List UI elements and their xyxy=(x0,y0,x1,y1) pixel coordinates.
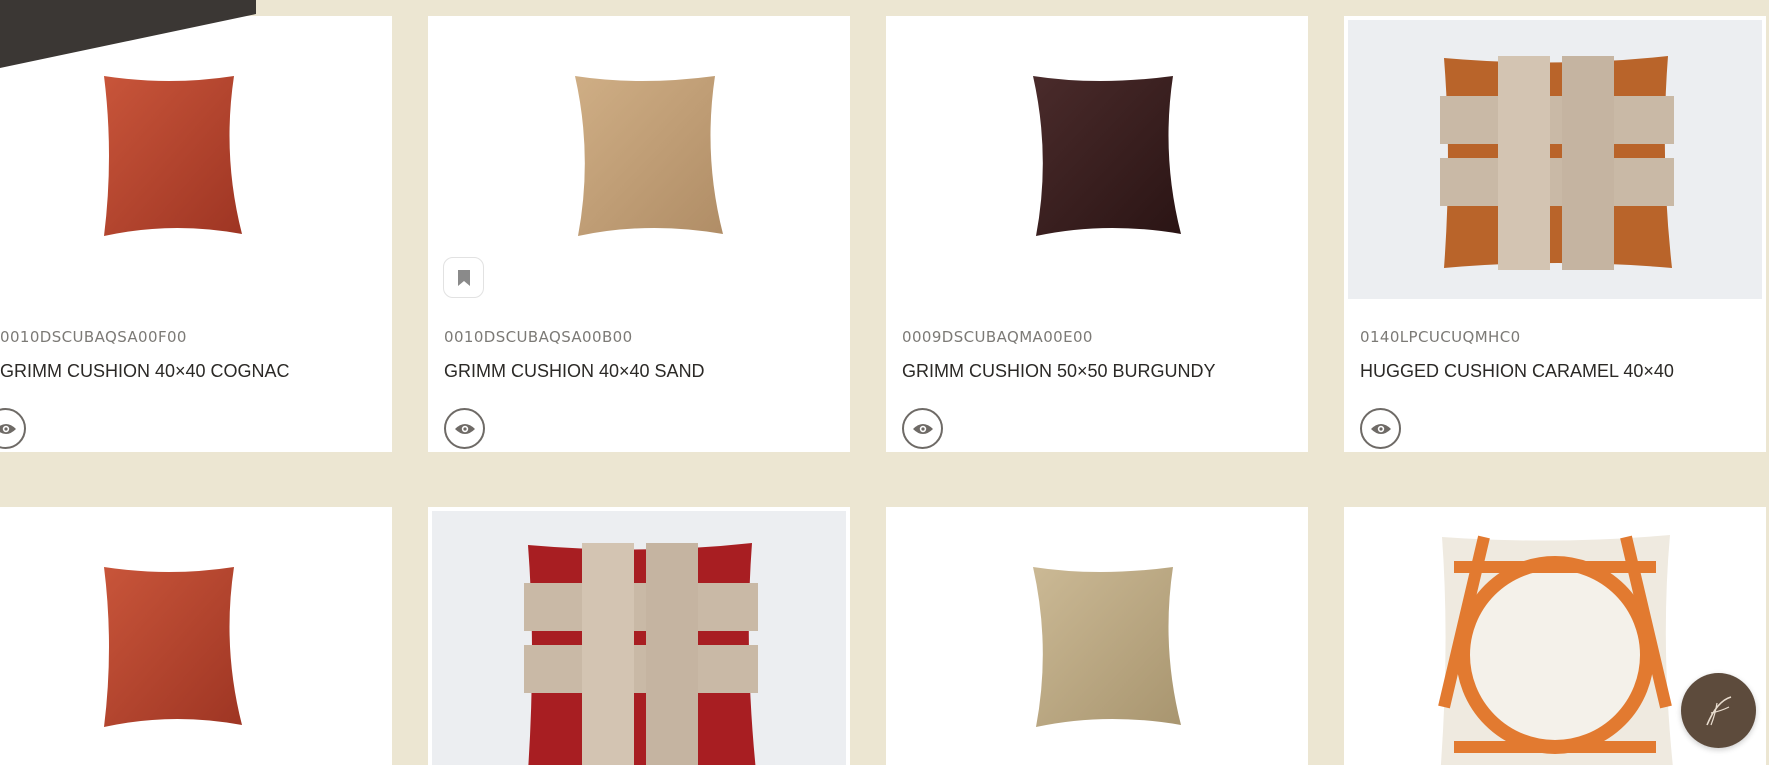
cushion-image xyxy=(575,76,723,236)
chat-button[interactable] xyxy=(1681,673,1756,748)
product-image[interactable] xyxy=(0,507,392,765)
product-title[interactable]: HUGGED CUSHION CARAMEL 40×40 xyxy=(1360,361,1674,382)
product-image[interactable] xyxy=(1348,20,1762,299)
woven-cushion-image xyxy=(1348,20,1762,299)
product-card[interactable] xyxy=(428,507,850,765)
product-sku: 0010DSCUBAQSA00F00 xyxy=(0,328,187,346)
cushion-image xyxy=(1033,76,1181,236)
product-card[interactable]: 0010DSCUBAQSA00F00 GRIMM CUSHION 40×40 C… xyxy=(0,16,392,452)
eye-icon xyxy=(912,423,933,434)
product-sku: 0010DSCUBAQSA00B00 xyxy=(444,328,633,346)
product-card[interactable]: 0140LPCUCUQMHC0 HUGGED CUSHION CARAMEL 4… xyxy=(1344,16,1766,452)
chat-logo-icon xyxy=(1705,695,1731,725)
cushion-image xyxy=(104,76,242,236)
product-sku: 0140LPCUCUQMHC0 xyxy=(1360,328,1521,346)
cushion-image xyxy=(1033,567,1181,727)
product-image[interactable] xyxy=(886,16,1308,303)
eye-icon xyxy=(454,423,475,434)
product-sku: 0009DSCUBAQMA00E00 xyxy=(902,328,1093,346)
eye-icon xyxy=(1370,423,1391,434)
product-card[interactable] xyxy=(0,507,392,765)
view-button[interactable] xyxy=(444,408,485,449)
view-button[interactable] xyxy=(0,408,26,449)
view-button[interactable] xyxy=(1360,408,1401,449)
product-title[interactable]: GRIMM CUSHION 50×50 BURGUNDY xyxy=(902,361,1216,382)
product-image[interactable] xyxy=(432,511,846,765)
cushion-image xyxy=(104,567,242,727)
view-button[interactable] xyxy=(902,408,943,449)
product-image[interactable] xyxy=(428,16,850,303)
product-image[interactable] xyxy=(886,507,1308,765)
bookmark-button[interactable] xyxy=(443,257,484,298)
product-title[interactable]: GRIMM CUSHION 40×40 SAND xyxy=(444,361,705,382)
product-card[interactable]: 0010DSCUBAQSA00B00 GRIMM CUSHION 40×40 S… xyxy=(428,16,850,452)
product-image[interactable] xyxy=(0,16,392,303)
eye-icon xyxy=(0,423,16,434)
product-title[interactable]: GRIMM CUSHION 40×40 COGNAC xyxy=(0,361,290,382)
bookmark-icon xyxy=(457,269,470,286)
woven-cushion-image xyxy=(432,511,846,765)
product-card[interactable]: 0009DSCUBAQMA00E00 GRIMM CUSHION 50×50 B… xyxy=(886,16,1308,452)
product-card[interactable] xyxy=(886,507,1308,765)
